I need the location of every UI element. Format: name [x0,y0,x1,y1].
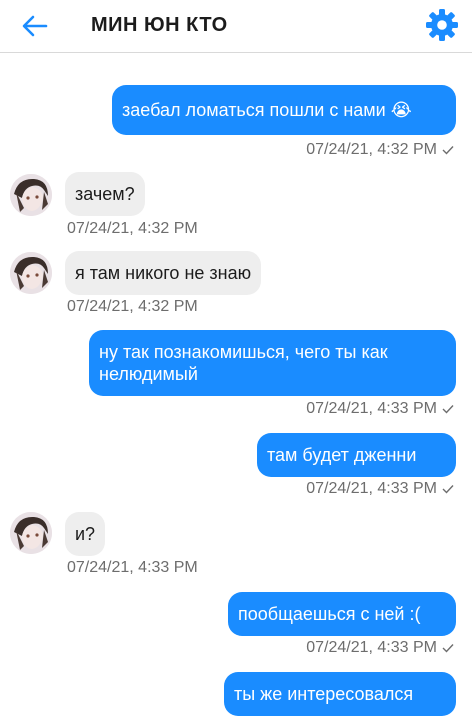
message-timestamp: 07/24/21, 4:33 PM [306,639,454,657]
message-timestamp: 07/24/21, 4:32 PM [67,220,198,237]
check-icon [442,404,454,414]
message-text: ты же интересовался [234,684,414,704]
message-text: и? [75,524,96,544]
message-text: заебал ломаться пошли с нами 😭 [122,100,412,120]
outgoing-message[interactable]: ну так познакомишься, чего ты как нелюди… [89,330,456,396]
message-text: ну так познакомишься, чего ты как нелюди… [99,342,388,384]
outgoing-message[interactable]: пообщаешься с ней :( [228,592,456,636]
outgoing-message[interactable]: ты же интересовался [224,672,456,716]
outgoing-message[interactable]: там будет дженни [257,433,456,477]
check-icon [442,145,454,155]
message-timestamp: 07/24/21, 4:32 PM [306,141,454,159]
message-timestamp: 07/24/21, 4:32 PM [67,298,198,315]
incoming-message[interactable]: и? [65,512,106,556]
avatar-image [10,174,52,216]
avatar-image [10,252,52,294]
message-text: зачем? [75,184,135,204]
message-text: пообщаешься с ней :( [238,604,421,624]
incoming-message[interactable]: я там никого не знаю [65,251,262,295]
message-text: я там никого не знаю [75,263,252,283]
incoming-message[interactable]: зачем? [65,172,145,216]
check-icon [442,484,454,494]
gear-icon[interactable] [424,7,460,43]
avatar-image [10,512,52,554]
check-icon [442,643,454,653]
message-timestamp: 07/24/21, 4:33 PM [306,400,454,418]
message-list[interactable]: заебал ломаться пошли с нами 😭 07/24/21,… [0,53,472,720]
contact-avatar[interactable] [10,174,52,216]
message-timestamp: 07/24/21, 4:33 PM [67,559,198,576]
chat-title: МИН ЮН КТО [91,14,228,36]
message-timestamp: 07/24/21, 4:33 PM [306,480,454,498]
contact-avatar[interactable] [10,512,52,554]
chat-header: МИН ЮН КТО [0,0,472,53]
message-text: там будет дженни [267,445,417,465]
contact-avatar[interactable] [10,252,52,294]
outgoing-message[interactable]: заебал ломаться пошли с нами 😭 [112,85,456,135]
back-arrow-icon[interactable] [20,12,50,40]
